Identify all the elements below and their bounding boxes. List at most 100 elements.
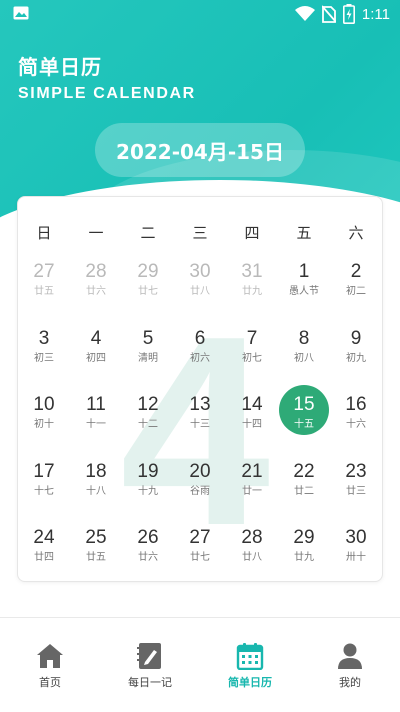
current-date-button[interactable]: 2022-04月-15日: [95, 123, 305, 177]
nav-label-profile: 我的: [339, 676, 361, 689]
day-number: 16: [345, 394, 367, 415]
day-cell[interactable]: 12 十二: [122, 386, 174, 453]
day-cell[interactable]: 23 廿三: [330, 453, 382, 520]
day-number: 21: [241, 460, 263, 482]
calendar-grid: 27 廿五 28 廿六 29 廿七 30 廿八 31 廿九 1 愚人节 2 初二 3 初三 4 初四 5 清明 6 初六 7…: [18, 253, 382, 581]
lunar-date: 初六: [190, 352, 210, 364]
bottom-nav: 首页 每日一记 简单日历 我的: [0, 617, 400, 712]
lunar-date: 初九: [346, 352, 366, 364]
day-number: 2: [350, 261, 362, 282]
lunar-date: 初二: [346, 286, 366, 297]
lunar-date: 十六: [346, 419, 366, 430]
day-number: 25: [85, 527, 107, 548]
day-cell[interactable]: 13 十三: [174, 386, 226, 453]
lunar-date: 廿三: [346, 485, 366, 497]
day-cell[interactable]: 10 初十: [18, 386, 70, 453]
day-cell[interactable]: 11 十一: [70, 386, 122, 453]
day-number: 27: [33, 261, 55, 282]
lunar-date: 廿七: [138, 286, 158, 297]
day-number: 28: [241, 527, 263, 548]
nav-item-calendar[interactable]: 简单日历: [200, 618, 300, 712]
day-cell[interactable]: 22 廿二: [278, 453, 330, 520]
day-cell[interactable]: 19 十九: [122, 453, 174, 520]
day-cell[interactable]: 27 廿七: [174, 519, 226, 581]
no-sim-icon: [321, 5, 336, 23]
day-cell[interactable]: 26 廿六: [122, 519, 174, 581]
nav-label-diary: 每日一记: [128, 676, 172, 689]
app-subtitle: SIMPLE CALENDAR: [18, 85, 196, 102]
day-cell[interactable]: 25 廿五: [70, 519, 122, 581]
calendar-icon: [236, 643, 264, 670]
nav-label-home: 首页: [39, 676, 61, 689]
day-number: 13: [189, 394, 211, 415]
day-cell[interactable]: 3 初三: [18, 320, 70, 387]
lunar-date: 十九: [138, 485, 158, 497]
day-number: 15: [293, 394, 315, 415]
lunar-date: 廿九: [242, 286, 262, 297]
day-number: 1: [298, 261, 310, 282]
day-number: 30: [189, 261, 211, 282]
day-number: 26: [137, 527, 159, 548]
day-number: 14: [241, 394, 263, 415]
lunar-date: 清明: [138, 352, 158, 364]
day-cell[interactable]: 6 初六: [174, 320, 226, 387]
lunar-date: 愚人节: [289, 286, 319, 297]
home-icon: [37, 644, 63, 668]
day-cell[interactable]: 29 廿九: [278, 519, 330, 581]
lunar-date: 廿六: [138, 552, 158, 563]
day-cell[interactable]: 28 廿六: [70, 253, 122, 320]
day-number: 27: [189, 527, 211, 548]
lunar-date: 初三: [34, 352, 54, 364]
day-cell[interactable]: 5 清明: [122, 320, 174, 387]
nav-item-profile[interactable]: 我的: [300, 618, 400, 712]
day-cell-selected[interactable]: 15 十五: [278, 385, 330, 453]
day-number: 23: [345, 460, 367, 482]
day-cell[interactable]: 7 初七: [226, 320, 278, 387]
day-number: 9: [350, 327, 362, 349]
day-number: 6: [194, 327, 206, 349]
day-cell[interactable]: 27 廿五: [18, 253, 70, 320]
lunar-date: 廿二: [294, 485, 314, 497]
day-cell[interactable]: 16 十六: [330, 386, 382, 453]
lunar-date: 廿七: [190, 552, 210, 563]
day-number: 10: [33, 394, 55, 415]
day-cell[interactable]: 4 初四: [70, 320, 122, 387]
status-right: 1:11: [294, 4, 390, 24]
lunar-date: 谷雨: [190, 485, 210, 497]
day-number: 22: [293, 460, 315, 482]
nav-item-diary[interactable]: 每日一记: [100, 618, 200, 712]
day-number: 29: [293, 527, 315, 548]
day-cell[interactable]: 29 廿七: [122, 253, 174, 320]
calendar-card: 4 日一二三四五六 27 廿五 28 廿六 29 廿七 30 廿八 31 廿九 1 愚人节 2 初二 3 初三…: [17, 196, 383, 582]
day-cell[interactable]: 30 卅十: [330, 519, 382, 581]
day-cell[interactable]: 21 廿一: [226, 453, 278, 520]
day-cell[interactable]: 8 初八: [278, 320, 330, 387]
day-cell[interactable]: 14 十四: [226, 386, 278, 453]
app-title: 简单日历: [18, 55, 102, 79]
day-cell[interactable]: 31 廿九: [226, 253, 278, 320]
day-number: 29: [137, 261, 159, 282]
day-cell[interactable]: 17 十七: [18, 453, 70, 520]
lunar-date: 廿八: [190, 286, 210, 297]
lunar-date: 初十: [34, 419, 54, 430]
lunar-date: 廿五: [86, 552, 106, 563]
day-number: 20: [189, 460, 211, 482]
day-cell[interactable]: 18 十八: [70, 453, 122, 520]
day-number: 30: [345, 527, 367, 548]
lunar-date: 廿一: [242, 485, 262, 497]
lunar-date: 十八: [86, 485, 106, 497]
lunar-date: 十一: [86, 419, 106, 430]
day-cell[interactable]: 28 廿八: [226, 519, 278, 581]
day-number: 5: [142, 327, 154, 349]
day-cell[interactable]: 30 廿八: [174, 253, 226, 320]
day-cell[interactable]: 9 初九: [330, 320, 382, 387]
day-cell[interactable]: 24 廿四: [18, 519, 70, 581]
status-time: 1:11: [361, 5, 390, 23]
nav-item-home[interactable]: 首页: [0, 618, 100, 712]
day-cell[interactable]: 1 愚人节: [278, 253, 330, 320]
day-cell[interactable]: 2 初二: [330, 253, 382, 320]
day-number: 18: [85, 460, 107, 482]
nav-label-calendar: 简单日历: [228, 676, 272, 689]
day-cell[interactable]: 20 谷雨: [174, 453, 226, 520]
lunar-date: 初七: [242, 352, 262, 364]
